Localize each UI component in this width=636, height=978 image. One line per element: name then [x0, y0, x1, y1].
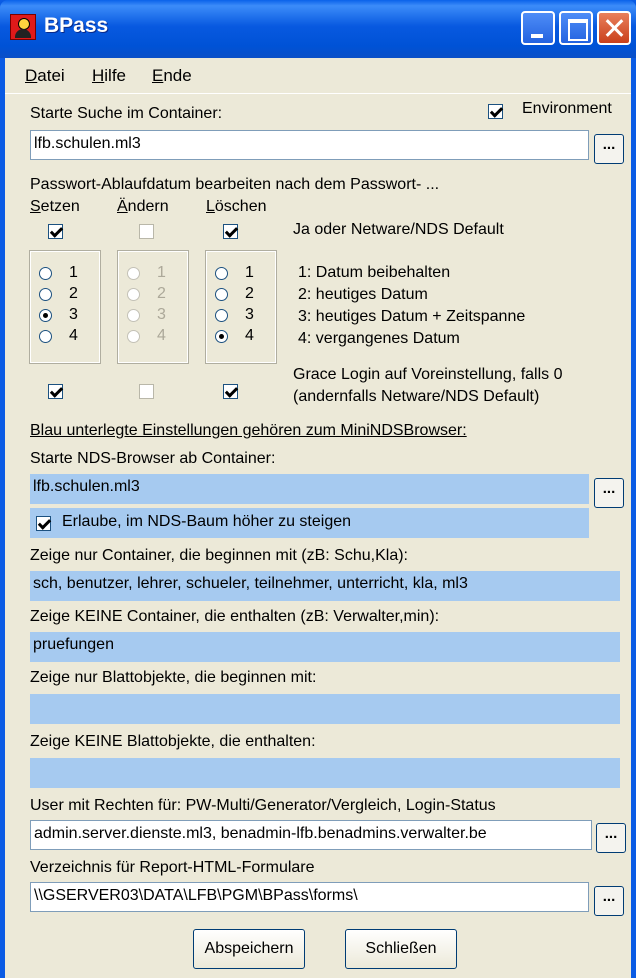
- radio-value: 3: [157, 306, 166, 323]
- setzen-radio-2[interactable]: [39, 288, 52, 301]
- users-label: User mit Rechten für: PW-Multi/Generator…: [30, 797, 496, 814]
- save-button-label: Abspeichern: [204, 940, 294, 957]
- container-label: Starte Suche im Container:: [30, 105, 223, 122]
- setzen-grace-checkbox[interactable]: [48, 384, 63, 399]
- radio-value: 2: [157, 285, 166, 302]
- close-window-button[interactable]: [597, 11, 631, 45]
- loeschen-radio-4[interactable]: [215, 330, 228, 343]
- climb-label: Erlaube, im NDS-Baum höher zu steigen: [62, 513, 352, 530]
- col-setzen-label: Setzen: [30, 198, 80, 215]
- nds-browser-label: Starte NDS-Browser ab Container:: [30, 450, 276, 467]
- window-title: BPass: [44, 14, 109, 37]
- setzen-radio-4[interactable]: [39, 330, 52, 343]
- andern-grace-checkbox[interactable]: [139, 384, 154, 399]
- close-button[interactable]: Schließen: [345, 929, 457, 969]
- grace-label-line1: Grace Login auf Voreinstellung, falls 0: [293, 366, 563, 383]
- andern-radio-3[interactable]: [127, 309, 140, 322]
- client-area: Datei Hilfe Ende Starte Suche im Contain…: [5, 58, 631, 978]
- andern-radio-4[interactable]: [127, 330, 140, 343]
- col-loeschen-label: Löschen: [206, 198, 267, 215]
- radio-value: 3: [69, 306, 78, 323]
- users-input[interactable]: admin.server.dienste.ml3, benadmin-lfb.b…: [30, 820, 592, 850]
- radio-value: 2: [69, 285, 78, 302]
- menu-bar: Datei Hilfe Ende: [5, 58, 631, 94]
- minimize-button[interactable]: [521, 11, 555, 45]
- close-button-label: Schließen: [365, 940, 437, 957]
- col-andern-label: Ändern: [117, 198, 169, 215]
- setzen-radio-3[interactable]: [39, 309, 52, 322]
- hide-leaves-input[interactable]: [30, 758, 620, 788]
- legend-3: 3: heutiges Datum + Zeitspanne: [298, 308, 526, 325]
- users-browse-button[interactable]: ...: [596, 823, 626, 853]
- loeschen-checkbox[interactable]: [223, 224, 238, 239]
- default-label: Ja oder Netware/NDS Default: [293, 221, 504, 238]
- report-label: Verzeichnis für Report-HTML-Formulare: [30, 859, 315, 876]
- maximize-button[interactable]: [559, 11, 593, 45]
- report-input[interactable]: \\GSERVER03\DATA\LFB\PGM\BPass\forms\: [30, 882, 589, 912]
- setzen-radio-group: 1 2 3 4: [29, 250, 101, 364]
- hide-leaves-label: Zeige KEINE Blattobjekte, die enthalten:: [30, 733, 316, 750]
- andern-checkbox[interactable]: [139, 224, 154, 239]
- app-icon: [10, 14, 36, 40]
- menu-ende[interactable]: Ende: [152, 66, 192, 86]
- radio-value: 3: [245, 306, 254, 323]
- radio-value: 4: [69, 327, 78, 344]
- climb-checkbox[interactable]: [36, 516, 51, 531]
- radio-value: 2: [245, 285, 254, 302]
- nds-browser-input[interactable]: lfb.schulen.ml3: [30, 474, 589, 504]
- show-containers-label: Zeige nur Container, die beginnen mit (z…: [30, 547, 408, 564]
- radio-value: 4: [245, 327, 254, 344]
- show-containers-input[interactable]: sch, benutzer, lehrer, schueler, teilneh…: [30, 571, 620, 601]
- legend-1: 1: Datum beibehalten: [298, 264, 451, 281]
- andern-radio-2[interactable]: [127, 288, 140, 301]
- legend-2: 2: heutiges Datum: [298, 286, 428, 303]
- report-browse-button[interactable]: ...: [594, 886, 624, 916]
- menu-hilfe[interactable]: Hilfe: [92, 66, 126, 86]
- nds-browser-browse-button[interactable]: ...: [594, 478, 624, 508]
- show-leaves-input[interactable]: [30, 694, 620, 724]
- radio-value: 1: [157, 264, 166, 281]
- menu-datei[interactable]: Datei: [25, 66, 65, 86]
- setzen-radio-1[interactable]: [39, 267, 52, 280]
- password-heading: Passwort-Ablaufdatum bearbeiten nach dem…: [30, 176, 440, 193]
- loeschen-radio-1[interactable]: [215, 267, 228, 280]
- title-bar[interactable]: BPass: [0, 0, 636, 58]
- loeschen-radio-group: 1 2 3 4: [205, 250, 277, 364]
- setzen-checkbox[interactable]: [48, 224, 63, 239]
- save-button[interactable]: Abspeichern: [193, 929, 305, 969]
- show-leaves-label: Zeige nur Blattobjekte, die beginnen mit…: [30, 669, 317, 686]
- app-window: BPass Datei Hilfe Ende Starte Suche im C…: [0, 0, 636, 978]
- legend-4: 4: vergangenes Datum: [298, 330, 460, 347]
- blue-note: Blau unterlegte Einstellungen gehören zu…: [30, 422, 467, 439]
- loeschen-grace-checkbox[interactable]: [223, 384, 238, 399]
- loeschen-radio-2[interactable]: [215, 288, 228, 301]
- andern-radio-group: 1 2 3 4: [117, 250, 189, 364]
- loeschen-radio-3[interactable]: [215, 309, 228, 322]
- radio-value: 1: [69, 264, 78, 281]
- container-browse-button[interactable]: ...: [594, 134, 624, 164]
- hide-containers-label: Zeige KEINE Container, die enthalten (zB…: [30, 608, 440, 625]
- container-input[interactable]: lfb.schulen.ml3: [30, 130, 589, 160]
- radio-value: 4: [157, 327, 166, 344]
- environment-checkbox[interactable]: [488, 104, 503, 119]
- grace-label-line2: (andernfalls Netware/NDS Default): [293, 388, 540, 405]
- environment-label: Environment: [522, 100, 612, 117]
- hide-containers-input[interactable]: pruefungen: [30, 632, 620, 662]
- radio-value: 1: [245, 264, 254, 281]
- andern-radio-1[interactable]: [127, 267, 140, 280]
